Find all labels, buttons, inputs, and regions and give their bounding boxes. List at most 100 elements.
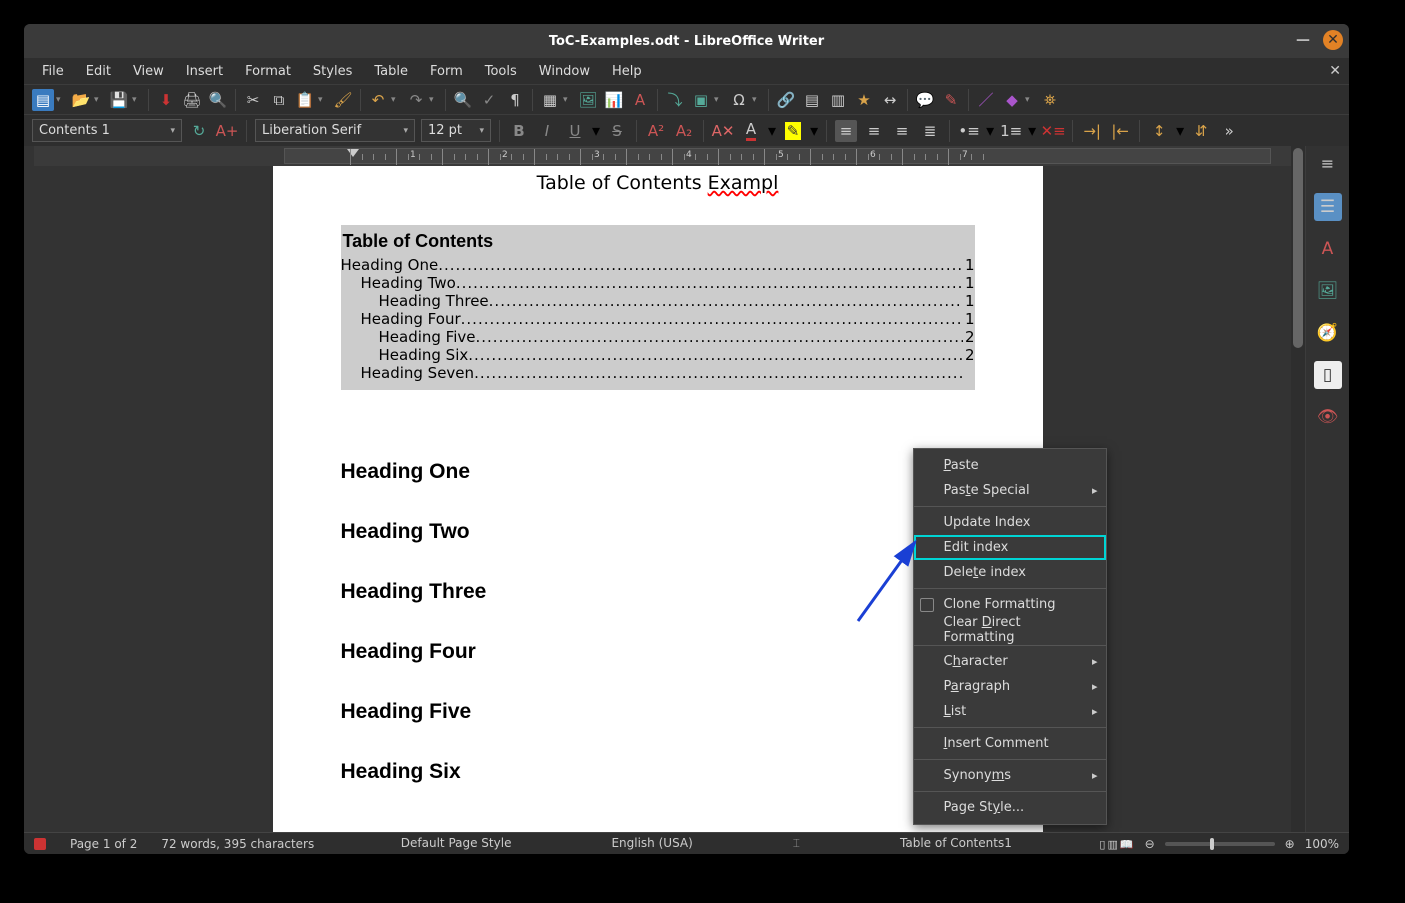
insert-chart-icon[interactable]: 📊 xyxy=(603,89,625,111)
new-style-icon[interactable]: A+ xyxy=(216,120,238,142)
decrease-indent-icon[interactable]: |← xyxy=(1109,120,1131,142)
context-menu-item[interactable]: Paste Special xyxy=(914,478,1106,503)
menu-form[interactable]: Form xyxy=(420,61,473,82)
context-menu-item[interactable]: Clone Formatting xyxy=(914,592,1106,617)
context-menu-item[interactable]: Page Style... xyxy=(914,795,1106,820)
menu-view[interactable]: View xyxy=(123,61,174,82)
dropdown-icon[interactable]: ▾ xyxy=(1176,121,1184,140)
context-menu-item[interactable]: Edit index xyxy=(914,535,1106,560)
subscript-icon[interactable]: A₂ xyxy=(673,120,695,142)
dropdown-icon[interactable]: ▾ xyxy=(1028,121,1036,140)
status-wordcount[interactable]: 72 words, 395 characters xyxy=(161,837,314,851)
properties-panel-icon[interactable]: ☰ xyxy=(1314,193,1342,221)
insert-table-icon[interactable]: ▦ xyxy=(539,89,561,111)
style-inspector-icon[interactable]: 👁 xyxy=(1314,403,1342,431)
cross-ref-icon[interactable]: ↔ xyxy=(879,89,901,111)
line-spacing-icon[interactable]: ↕ xyxy=(1148,120,1170,142)
body-heading[interactable]: Heading Three xyxy=(341,580,975,604)
comment-icon[interactable]: 💬 xyxy=(914,89,936,111)
toc-entry[interactable]: Heading Three...........................… xyxy=(341,292,975,310)
find-replace-icon[interactable]: 🔍 xyxy=(452,89,474,111)
body-heading[interactable]: Heading Six xyxy=(341,760,975,784)
formatting-marks-icon[interactable]: ¶ xyxy=(504,89,526,111)
toc-entry[interactable]: Heading Six.............................… xyxy=(341,346,975,364)
no-list-icon[interactable]: ✕≡ xyxy=(1042,120,1064,142)
line-icon[interactable]: ／ xyxy=(975,89,997,111)
close-document-button[interactable]: ✕ xyxy=(1329,63,1341,79)
navigator-panel-icon[interactable]: 🧭 xyxy=(1314,319,1342,347)
toc-entry[interactable]: Heading Five............................… xyxy=(341,328,975,346)
view-layout-icons[interactable]: ▯▥📖 xyxy=(1098,837,1134,851)
toc-entry[interactable]: Heading Four............................… xyxy=(341,310,975,328)
body-heading[interactable]: Heading Four xyxy=(341,640,975,664)
dropdown-icon[interactable]: ▾ xyxy=(592,121,600,140)
increase-indent-icon[interactable]: →| xyxy=(1081,120,1103,142)
toc-entry[interactable]: Heading One.............................… xyxy=(341,256,975,274)
body-heading[interactable]: Heading Five xyxy=(341,700,975,724)
export-pdf-icon[interactable]: ⬇ xyxy=(155,89,177,111)
insert-image-icon[interactable]: 🖼 xyxy=(577,89,599,111)
underline-icon[interactable]: U xyxy=(564,120,586,142)
highlight-icon[interactable]: ✎ xyxy=(782,120,804,142)
context-menu-item[interactable]: Synonyms xyxy=(914,763,1106,788)
document-body[interactable]: Heading OneHeading TwoHeading ThreeHeadi… xyxy=(341,460,975,784)
context-menu-item[interactable]: Paragraph xyxy=(914,674,1106,699)
cut-icon[interactable]: ✂ xyxy=(242,89,264,111)
insert-textbox-icon[interactable]: A xyxy=(629,89,651,111)
dropdown-icon[interactable]: ▾ xyxy=(132,95,142,105)
status-language[interactable]: English (USA) xyxy=(611,836,692,851)
menu-window[interactable]: Window xyxy=(529,61,600,82)
track-changes-icon[interactable]: ✎ xyxy=(940,89,962,111)
menu-table[interactable]: Table xyxy=(364,61,418,82)
minimize-button[interactable]: — xyxy=(1293,30,1313,50)
status-page-style[interactable]: Default Page Style xyxy=(401,836,512,851)
hyperlink-icon[interactable]: 🔗 xyxy=(775,89,797,111)
context-menu-item[interactable]: Paste xyxy=(914,453,1106,478)
dropdown-icon[interactable]: ▾ xyxy=(56,95,66,105)
styles-panel-icon[interactable]: A xyxy=(1314,235,1342,263)
draw-functions-icon[interactable]: ⛯ xyxy=(1039,89,1061,111)
dropdown-icon[interactable]: ▾ xyxy=(318,95,328,105)
paste-icon[interactable]: 📋 xyxy=(294,89,316,111)
toc-entry[interactable]: Heading Seven...........................… xyxy=(341,364,975,382)
menu-file[interactable]: File xyxy=(32,61,74,82)
dropdown-icon[interactable]: ▾ xyxy=(391,95,401,105)
toc-entry[interactable]: Heading Two.............................… xyxy=(341,274,975,292)
context-menu-item[interactable]: Character xyxy=(914,649,1106,674)
insert-field-icon[interactable]: ▣ xyxy=(690,89,712,111)
page-panel-icon[interactable]: ▯ xyxy=(1314,361,1342,389)
new-doc-icon[interactable]: ▤ xyxy=(32,89,54,111)
dropdown-icon[interactable]: ▾ xyxy=(563,95,573,105)
indent-marker-icon[interactable] xyxy=(347,149,359,157)
special-char-icon[interactable]: Ω xyxy=(728,89,750,111)
context-menu-item[interactable]: List xyxy=(914,699,1106,724)
font-name-combo[interactable]: Liberation Serif ▾ xyxy=(255,119,415,142)
para-spacing-icon[interactable]: ⇵ xyxy=(1190,120,1212,142)
clear-format-icon[interactable]: A✕ xyxy=(712,120,734,142)
font-size-combo[interactable]: 12 pt ▾ xyxy=(421,119,491,142)
sidebar-menu-icon[interactable]: ≡ xyxy=(1321,154,1334,173)
dropdown-icon[interactable]: ▾ xyxy=(94,95,104,105)
save-icon[interactable]: 💾 xyxy=(108,89,130,111)
zoom-value[interactable]: 100% xyxy=(1305,837,1339,851)
menu-tools[interactable]: Tools xyxy=(475,61,527,82)
context-menu-item[interactable]: Clear Direct Formatting xyxy=(914,617,1106,642)
page-break-icon[interactable]: ⤵ xyxy=(664,89,686,111)
more-icon[interactable]: » xyxy=(1218,120,1240,142)
status-page[interactable]: Page 1 of 2 xyxy=(70,837,137,851)
update-style-icon[interactable]: ↻ xyxy=(188,120,210,142)
dropdown-icon[interactable]: ▾ xyxy=(714,95,724,105)
zoom-slider[interactable] xyxy=(1165,842,1275,846)
strike-icon[interactable]: S xyxy=(606,120,628,142)
document-scroll[interactable]: Table of Contents Exampl Table of Conten… xyxy=(24,166,1291,832)
dropdown-icon[interactable]: ▾ xyxy=(768,121,776,140)
body-heading[interactable]: Heading One xyxy=(341,460,975,484)
bold-icon[interactable]: B xyxy=(508,120,530,142)
zoom-in-icon[interactable]: ⊕ xyxy=(1285,837,1295,851)
dropdown-icon[interactable]: ▾ xyxy=(1025,95,1035,105)
context-menu-item[interactable]: Update Index xyxy=(914,510,1106,535)
open-icon[interactable]: 📂 xyxy=(70,89,92,111)
context-menu-item[interactable]: Delete index xyxy=(914,560,1106,585)
redo-icon[interactable]: ↷ xyxy=(405,89,427,111)
bookmark-icon[interactable]: ★ xyxy=(853,89,875,111)
